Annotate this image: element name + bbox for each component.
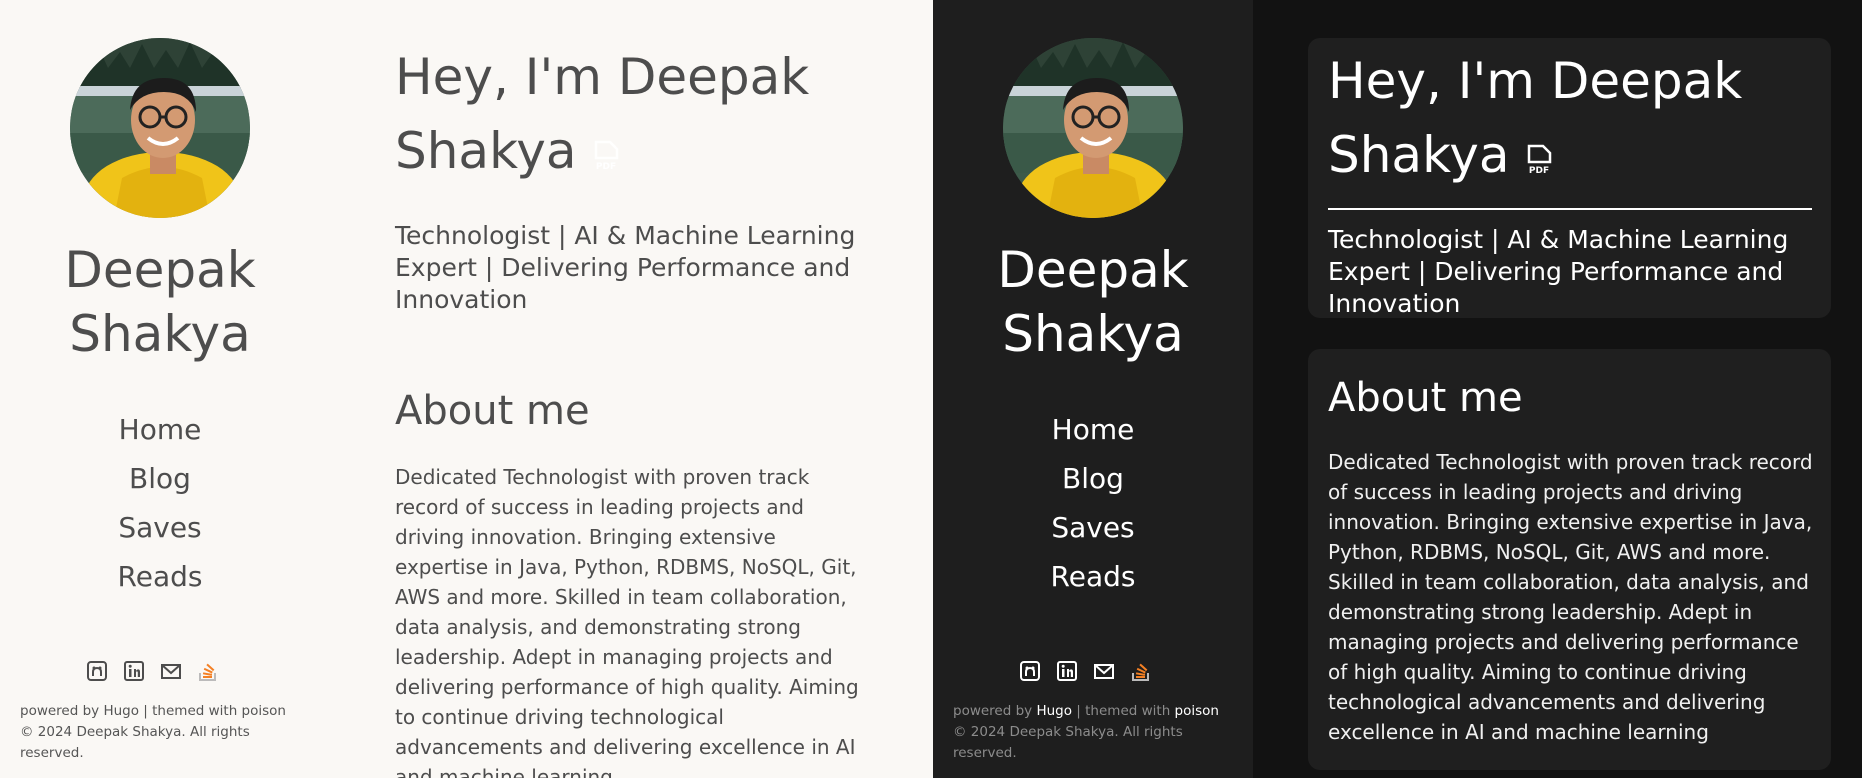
nav-reads[interactable]: Reads bbox=[933, 552, 1253, 601]
poison-link[interactable]: poison bbox=[242, 703, 286, 719]
themed-with-text: | themed with bbox=[143, 703, 238, 719]
about-heading: About me bbox=[395, 387, 590, 434]
hero-card: Hey, I'm Deepak Shakya PDF Technologist … bbox=[1308, 38, 1831, 318]
social-links bbox=[1018, 658, 1168, 684]
pdf-label: PDF bbox=[1529, 166, 1549, 176]
hero-title: Hey, I'm Deepak Shakya PDF bbox=[1328, 44, 1812, 196]
sidebar-footer: powered by Hugo | themed with poison © 2… bbox=[953, 701, 1243, 764]
sidebar-nav: Home Blog Saves Reads bbox=[0, 405, 320, 601]
hugo-link[interactable]: Hugo bbox=[1036, 703, 1072, 719]
nav-home[interactable]: Home bbox=[0, 405, 320, 454]
sidebar-footer: powered by Hugo | themed with poison © 2… bbox=[20, 701, 310, 764]
hero-title: Hey, I'm Deepak Shakya PDF bbox=[395, 40, 875, 192]
stackoverflow-icon[interactable] bbox=[1129, 659, 1153, 683]
email-icon[interactable] bbox=[159, 659, 183, 683]
stackoverflow-icon[interactable] bbox=[196, 659, 220, 683]
github-icon[interactable] bbox=[85, 659, 109, 683]
powered-by-text: powered by bbox=[20, 703, 100, 719]
copyright: © 2024 Deepak Shakya. All rights reserve… bbox=[20, 724, 250, 761]
avatar bbox=[70, 38, 250, 218]
nav-blog[interactable]: Blog bbox=[933, 454, 1253, 503]
pdf-icon[interactable]: PDF bbox=[1525, 122, 1553, 196]
poison-link[interactable]: poison bbox=[1175, 703, 1219, 719]
sidebar-nav: Home Blog Saves Reads bbox=[933, 405, 1253, 601]
main-content: Hey, I'm Deepak Shakya PDF Technologist … bbox=[395, 40, 875, 778]
email-icon[interactable] bbox=[1092, 659, 1116, 683]
sidebar-name: Deepak Shakya bbox=[997, 241, 1189, 363]
powered-by-line: powered by Hugo | themed with poison bbox=[20, 701, 310, 722]
sidebar-name: Deepak Shakya bbox=[64, 241, 256, 363]
github-icon[interactable] bbox=[1018, 659, 1042, 683]
linkedin-icon[interactable] bbox=[1055, 659, 1079, 683]
pdf-label: PDF bbox=[596, 162, 616, 172]
about-text: Dedicated Technologist with proven track… bbox=[1328, 450, 1813, 744]
nav-blog[interactable]: Blog bbox=[0, 454, 320, 503]
linkedin-icon[interactable] bbox=[122, 659, 146, 683]
dark-theme-panel: Deepak Shakya Home Blog Saves Reads powe… bbox=[933, 0, 1862, 778]
nav-home[interactable]: Home bbox=[933, 405, 1253, 454]
powered-by-text: powered by bbox=[953, 703, 1033, 719]
copyright: © 2024 Deepak Shakya. All rights reserve… bbox=[953, 724, 1183, 761]
avatar bbox=[1003, 38, 1183, 218]
pdf-icon[interactable]: PDF bbox=[592, 118, 620, 192]
nav-reads[interactable]: Reads bbox=[0, 552, 320, 601]
hero-tagline: Technologist | AI & Machine Learning Exp… bbox=[395, 220, 856, 314]
hero-tagline: Technologist | AI & Machine Learning Exp… bbox=[1328, 224, 1789, 318]
about-card: About me Dedicated Technologist with pro… bbox=[1308, 349, 1831, 770]
nav-saves[interactable]: Saves bbox=[933, 503, 1253, 552]
social-links bbox=[85, 658, 235, 684]
about-heading: About me bbox=[1328, 375, 1523, 421]
powered-by-line: powered by Hugo | themed with poison bbox=[953, 701, 1243, 722]
sidebar: Deepak Shakya Home Blog Saves Reads powe… bbox=[933, 0, 1253, 778]
nav-saves[interactable]: Saves bbox=[0, 503, 320, 552]
hugo-link[interactable]: Hugo bbox=[103, 703, 139, 719]
sidebar: Deepak Shakya Home Blog Saves Reads powe… bbox=[0, 0, 320, 778]
hero-divider bbox=[1328, 207, 1812, 210]
about-text: Dedicated Technologist with proven track… bbox=[395, 464, 859, 778]
light-theme-panel: Deepak Shakya Home Blog Saves Reads powe… bbox=[0, 0, 933, 778]
themed-with-text: | themed with bbox=[1076, 703, 1171, 719]
